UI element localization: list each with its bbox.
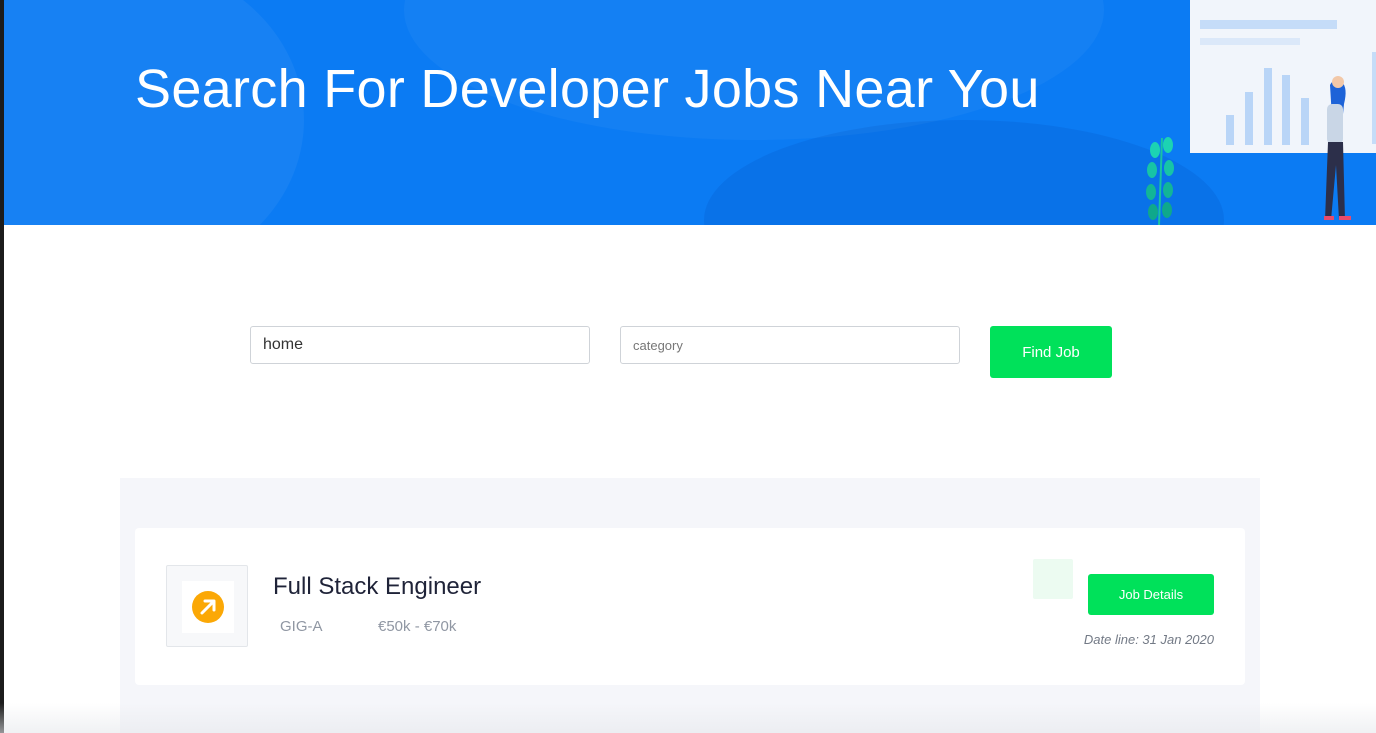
arrow-up-right-icon (192, 591, 224, 623)
salary-range: €50k - €70k (378, 618, 457, 635)
job-listing-card: Full Stack Engineer GIG-A €50k - €70k Jo… (135, 528, 1245, 685)
analytics-illustration (1146, 0, 1376, 225)
bookmark-button[interactable] (1033, 559, 1073, 599)
arrow-up-right-icon-glyph (200, 599, 216, 615)
find-job-button[interactable]: Find Job (990, 326, 1112, 378)
company-name: GIG-A (280, 618, 323, 635)
page-title: Search For Developer Jobs Near You (135, 59, 1040, 119)
viewport-fade (0, 703, 1376, 733)
job-title[interactable]: Full Stack Engineer (273, 573, 481, 601)
category-input[interactable] (620, 326, 960, 364)
company-logo (166, 565, 248, 647)
hero-banner: Search For Developer Jobs Near You (4, 0, 1376, 225)
keyword-input[interactable] (250, 326, 590, 364)
job-details-button[interactable]: Job Details (1088, 574, 1214, 615)
job-deadline: Date line: 31 Jan 2020 (1083, 632, 1214, 647)
company-logo-frame (182, 581, 234, 633)
